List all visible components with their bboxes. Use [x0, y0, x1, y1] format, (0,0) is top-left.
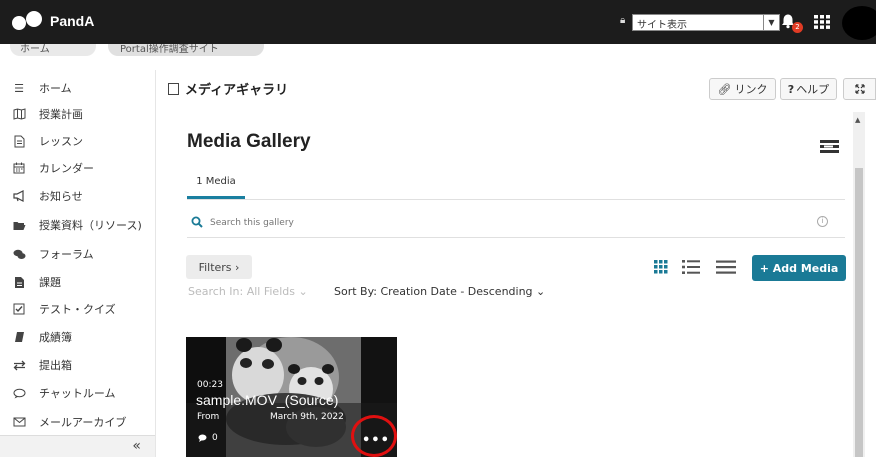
sidebar-item-label: ホーム	[39, 82, 72, 95]
help-button-label: ヘルプ	[796, 83, 830, 96]
link-button-label: リンク	[734, 83, 768, 96]
breadcrumb-site[interactable]: Portal操作調査サイト	[108, 44, 264, 56]
sidebar-item-home[interactable]: ☰ ホーム	[12, 78, 152, 98]
sidebar-item-label: カレンダー	[39, 162, 94, 175]
site-view-select[interactable]: サイト表示 ▼	[632, 14, 780, 31]
sidebar-item-label: テスト・クイズ	[39, 303, 116, 316]
sidebar-item-chatroom[interactable]: チャットルーム	[12, 383, 152, 403]
breadcrumb: ホーム Portal操作調査サイト	[0, 44, 280, 60]
media-date: March 9th, 2022	[270, 412, 344, 422]
sidebar-item-label: チャットルーム	[39, 387, 116, 400]
media-from-label: From	[197, 412, 220, 422]
search-in-dropdown[interactable]: Search In: All Fields ⌄	[188, 285, 308, 298]
assignment-icon	[12, 275, 26, 289]
chat-icon	[12, 386, 26, 400]
sidebar-item-label: 授業計画	[39, 108, 83, 121]
sidebar-item-resources[interactable]: 授業資料（リソース)	[12, 215, 152, 235]
map-icon	[12, 107, 26, 121]
chat-bubbles-icon	[12, 247, 26, 261]
help-button[interactable]: ? ヘルプ	[780, 78, 837, 100]
sidebar-item-announcements[interactable]: お知らせ	[12, 186, 152, 206]
user-avatar[interactable]	[842, 6, 876, 40]
link-icon: 🔗︎	[717, 82, 732, 96]
sort-by-dropdown[interactable]: Sort By: Creation Date - Descending ⌄	[334, 285, 545, 298]
sidebar-divider	[155, 70, 156, 457]
mail-icon	[12, 415, 26, 429]
gallery-search-input[interactable]	[210, 215, 770, 231]
media-name[interactable]: sample.MOV_(Source)	[196, 392, 338, 408]
sidebar-collapse-button[interactable]: «	[0, 435, 155, 457]
chevron-down-icon[interactable]: ▼	[763, 15, 779, 30]
apps-grid-button[interactable]	[813, 14, 831, 30]
sidebar-item-tests-quizzes[interactable]: テスト・クイズ	[12, 299, 152, 319]
tab-divider	[187, 199, 845, 200]
menu-lines-icon	[820, 140, 839, 153]
sidebar-item-forums[interactable]: フォーラム	[12, 244, 152, 264]
brand-name[interactable]: PandA	[50, 13, 94, 29]
compact-view-icon[interactable]	[716, 259, 736, 275]
megaphone-icon	[12, 189, 26, 203]
sidebar-item-lessons[interactable]: レッスン	[12, 131, 152, 151]
sidebar-item-syllabus[interactable]: 授業計画	[12, 104, 152, 124]
scrollbar-thumb[interactable]	[855, 168, 863, 457]
sidebar-item-assignments[interactable]: 課題	[12, 272, 152, 292]
sidebar-item-label: 課題	[39, 276, 61, 289]
calendar-icon	[12, 161, 26, 175]
breadcrumb-home[interactable]: ホーム	[10, 44, 96, 56]
sidebar-item-label: メールアーカイブ	[39, 416, 127, 429]
document-icon	[12, 134, 26, 148]
book-icon	[12, 330, 26, 344]
expand-icon	[854, 84, 865, 94]
gallery-title: Media Gallery	[187, 131, 311, 152]
exchange-icon	[12, 358, 26, 372]
grid-view-icon[interactable]	[654, 260, 668, 274]
sidebar-item-dropbox[interactable]: 提出箱	[12, 355, 152, 375]
panda-logo-icon[interactable]	[12, 11, 48, 33]
annotation-highlight-circle	[351, 415, 397, 457]
tool-title: メディアギャラリ	[168, 79, 288, 98]
list-icon: ☰	[14, 81, 24, 95]
folder-icon	[12, 218, 26, 232]
top-navigation-bar: PandA 🔒︎ サイト表示 ▼ 2	[0, 0, 876, 44]
sidebar-item-calendar[interactable]: カレンダー	[12, 158, 152, 178]
notification-count-badge: 2	[792, 22, 803, 33]
scroll-up-icon[interactable]: ▲	[855, 116, 860, 124]
collapse-arrow-icon: «	[132, 438, 141, 454]
link-button[interactable]: 🔗︎ リンク	[709, 78, 776, 100]
list-view-icon[interactable]	[682, 259, 700, 275]
add-media-button[interactable]: + Add Media	[752, 255, 846, 281]
question-icon: ?	[787, 82, 795, 96]
sidebar: ☰ ホーム 授業計画 レッスン カレンダー お知らせ 授業資料（リソース) フォ…	[0, 70, 155, 457]
tool-title-text: メディアギャラリ	[185, 83, 289, 98]
sidebar-item-label: お知らせ	[39, 190, 83, 203]
sidebar-item-label: 提出箱	[39, 359, 72, 372]
sidebar-item-label: 授業資料（リソース)	[39, 219, 142, 232]
tab-media[interactable]: 1 Media	[187, 176, 245, 187]
sidebar-item-gradebook[interactable]: 成績簿	[12, 327, 152, 347]
comment-count-value: 0	[212, 433, 218, 443]
filters-button[interactable]: Filters ›	[186, 255, 252, 279]
grid-icon	[814, 15, 830, 29]
lock-icon: 🔒︎	[620, 15, 626, 26]
sidebar-item-label: レッスン	[39, 135, 83, 148]
site-view-select-value: サイト表示	[637, 20, 687, 31]
search-divider	[187, 237, 845, 238]
gallery-scrollbar[interactable]: ▲	[853, 112, 865, 457]
video-duration: 00:23	[197, 380, 223, 390]
search-icon	[191, 216, 203, 228]
sidebar-item-mail-archive[interactable]: メールアーカイブ	[12, 412, 152, 432]
info-icon[interactable]: i	[817, 216, 828, 227]
maximize-button[interactable]	[843, 78, 876, 100]
comment-count: 0	[198, 433, 218, 443]
gallery-options-button[interactable]	[815, 134, 844, 159]
checkbox-icon	[12, 302, 26, 316]
media-page-icon	[168, 82, 179, 95]
comment-icon	[198, 434, 207, 442]
notifications-button[interactable]: 2	[780, 11, 803, 33]
sidebar-item-label: 成績簿	[39, 331, 72, 344]
sidebar-item-label: フォーラム	[39, 248, 94, 261]
